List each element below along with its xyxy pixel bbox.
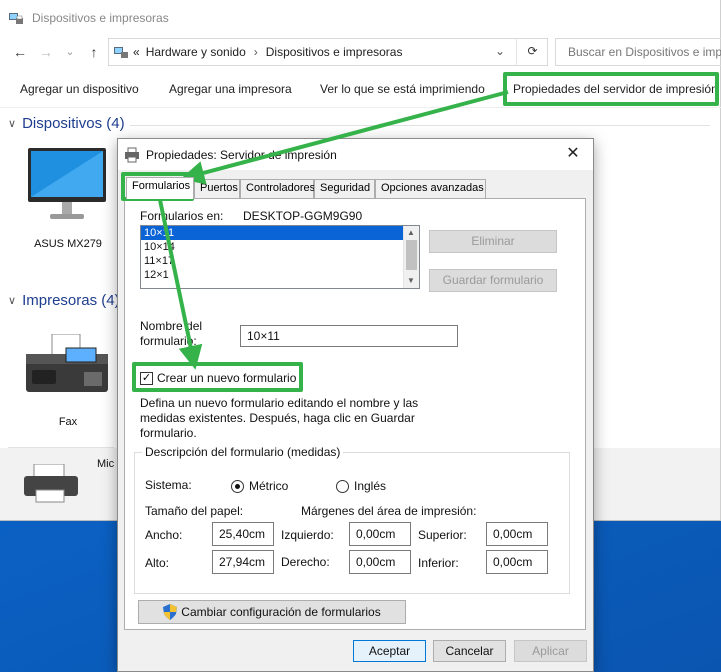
annotation-arrows (158, 90, 509, 370)
arrow-to-create-form (158, 199, 203, 370)
arrow-to-forms-tab (180, 90, 509, 185)
tab-formularios[interactable]: Formularios (126, 177, 194, 199)
